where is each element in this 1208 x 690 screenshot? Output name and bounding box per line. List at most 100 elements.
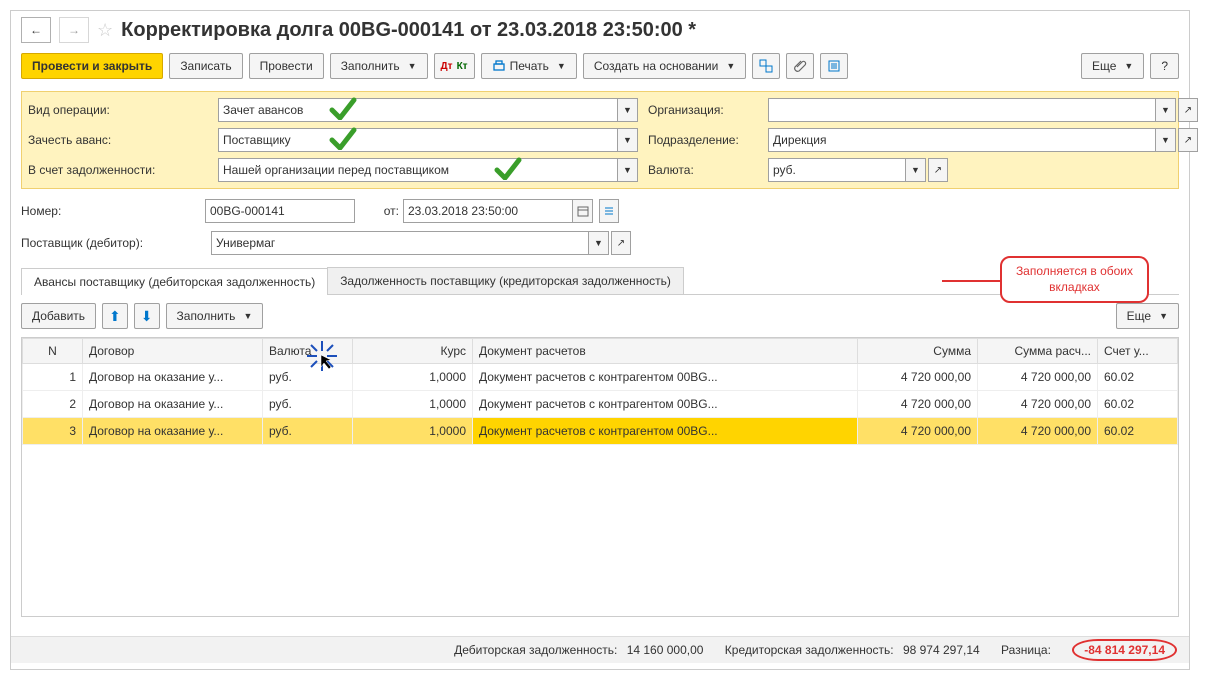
dtk-icon[interactable]: ДтКт: [434, 53, 475, 79]
footer: Дебиторская задолженность: 14 160 000,00…: [11, 636, 1189, 663]
col-summa[interactable]: Сумма: [858, 339, 978, 364]
col-schet[interactable]: Счет у...: [1098, 339, 1178, 364]
tab-avansy[interactable]: Авансы поставщику (дебиторская задолженн…: [21, 268, 328, 295]
cell-summa-rasch: 4 720 000,00: [978, 364, 1098, 391]
col-valyuta[interactable]: Валюта: [263, 339, 353, 364]
raznica-value: -84 814 297,14: [1072, 639, 1177, 661]
col-dogovor[interactable]: Договор: [83, 339, 263, 364]
zachest-label: Зачесть аванс:: [28, 133, 208, 147]
dropdown-icon[interactable]: ▼: [1156, 128, 1176, 152]
nomer-input[interactable]: 00BG-000141: [205, 199, 355, 223]
dropdown-icon[interactable]: ▼: [618, 128, 638, 152]
cell-valyuta: руб.: [263, 391, 353, 418]
cell-schet: 60.02: [1098, 418, 1178, 445]
attach-icon-button[interactable]: [786, 53, 814, 79]
open-icon[interactable]: ↗: [1178, 128, 1198, 152]
annotation-callout: Заполняется в обоих вкладках: [1000, 256, 1149, 303]
move-up-button[interactable]: ⬆: [102, 303, 128, 329]
valyuta-field[interactable]: руб. ▼ ↗: [768, 158, 948, 182]
postavschik-input[interactable]: Универмаг: [211, 231, 589, 255]
podrazd-label: Подразделение:: [648, 133, 758, 147]
check-icon: [493, 156, 523, 180]
cell-schet: 60.02: [1098, 364, 1178, 391]
dobavit-button[interactable]: Добавить: [21, 303, 96, 329]
move-down-button[interactable]: ⬇: [134, 303, 160, 329]
cell-dokument: Документ расчетов с контрагентом 00BG...: [473, 391, 858, 418]
vschet-field[interactable]: Нашей организации перед поставщиком ▼: [218, 158, 638, 182]
table-esche-button[interactable]: Еще▼: [1116, 303, 1179, 329]
vid-operacii-label: Вид операции:: [28, 103, 208, 117]
cell-dokument: Документ расчетов с контрагентом 00BG...: [473, 418, 858, 445]
cell-summa-rasch: 4 720 000,00: [978, 391, 1098, 418]
cell-summa: 4 720 000,00: [858, 364, 978, 391]
ot-label: от:: [359, 204, 399, 218]
list-icon-button[interactable]: [820, 53, 848, 79]
raznica-label: Разница:: [1001, 643, 1051, 657]
check-icon: [328, 126, 358, 150]
date-input[interactable]: 23.03.2018 23:50:00: [403, 199, 573, 223]
zapolnit-button[interactable]: Заполнить▼: [330, 53, 428, 79]
back-button[interactable]: ←: [21, 17, 51, 43]
cell-summa: 4 720 000,00: [858, 391, 978, 418]
calendar-icon[interactable]: [573, 199, 593, 223]
cell-n: 1: [23, 364, 83, 391]
valyuta-label: Валюта:: [648, 163, 758, 177]
cell-valyuta: руб.: [263, 418, 353, 445]
col-summa-rasch[interactable]: Сумма расч...: [978, 339, 1098, 364]
dropdown-icon[interactable]: ▼: [618, 158, 638, 182]
provesti-button[interactable]: Провести: [249, 53, 324, 79]
list-icon[interactable]: [599, 199, 619, 223]
cell-dogovor: Договор на оказание у...: [83, 418, 263, 445]
org-label: Организация:: [648, 103, 758, 117]
dropdown-icon[interactable]: ▼: [589, 231, 609, 255]
col-n[interactable]: N: [23, 339, 83, 364]
vschet-label: В счет задолженности:: [28, 163, 208, 177]
pechat-button[interactable]: Печать▼: [481, 53, 577, 79]
zapisat-button[interactable]: Записать: [169, 53, 242, 79]
col-dokument[interactable]: Документ расчетов: [473, 339, 858, 364]
dropdown-icon[interactable]: ▼: [906, 158, 926, 182]
link-icon-button[interactable]: [752, 53, 780, 79]
esche-button[interactable]: Еще▼: [1081, 53, 1144, 79]
debit-value: 14 160 000,00: [627, 643, 704, 657]
podrazd-field[interactable]: Дирекция ▼ ↗: [768, 128, 1198, 152]
cell-schet: 60.02: [1098, 391, 1178, 418]
cell-dokument: Документ расчетов с контрагентом 00BG...: [473, 364, 858, 391]
favorite-icon[interactable]: ☆: [97, 20, 113, 41]
cell-kurs: 1,0000: [353, 364, 473, 391]
org-field[interactable]: ▼ ↗: [768, 98, 1198, 122]
cell-n: 2: [23, 391, 83, 418]
cell-summa-rasch: 4 720 000,00: [978, 418, 1098, 445]
dropdown-icon[interactable]: ▼: [618, 98, 638, 122]
cell-kurs: 1,0000: [353, 391, 473, 418]
main-toolbar: Провести и закрыть Записать Провести Зап…: [11, 53, 1189, 91]
vid-operacii-field[interactable]: Зачет авансов ▼: [218, 98, 638, 122]
form-area: Вид операции: Зачет авансов ▼ Организаци…: [11, 91, 1189, 617]
titlebar: ← → ☆ Корректировка долга 00BG-000141 от…: [11, 11, 1189, 53]
cell-summa: 4 720 000,00: [858, 418, 978, 445]
sozdat-button[interactable]: Создать на основании▼: [583, 53, 746, 79]
table-zapolnit-button[interactable]: Заполнить▼: [166, 303, 264, 329]
open-icon[interactable]: ↗: [611, 231, 631, 255]
table-row[interactable]: 2Договор на оказание у...руб.1,0000Докум…: [23, 391, 1178, 418]
provesti-zakryt-button[interactable]: Провести и закрыть: [21, 53, 163, 79]
help-button[interactable]: ?: [1150, 53, 1179, 79]
col-kurs[interactable]: Курс: [353, 339, 473, 364]
dropdown-icon[interactable]: ▼: [1156, 98, 1176, 122]
cell-n: 3: [23, 418, 83, 445]
table-row[interactable]: 1Договор на оказание у...руб.1,0000Докум…: [23, 364, 1178, 391]
zachest-field[interactable]: Поставщику ▼: [218, 128, 638, 152]
window: ← → ☆ Корректировка долга 00BG-000141 от…: [10, 10, 1190, 670]
nomer-label: Номер:: [21, 204, 201, 218]
tab-zadolzhennost[interactable]: Задолженность поставщику (кредиторская з…: [327, 267, 684, 294]
forward-button[interactable]: →: [59, 17, 89, 43]
supplier-row: Поставщик (дебитор): Универмаг ▼ ↗: [21, 231, 1179, 255]
kredit-value: 98 974 297,14: [903, 643, 980, 657]
open-icon[interactable]: ↗: [928, 158, 948, 182]
print-icon: [492, 59, 506, 73]
debit-label: Дебиторская задолженность:: [454, 643, 617, 657]
cell-valyuta: руб.: [263, 364, 353, 391]
open-icon[interactable]: ↗: [1178, 98, 1198, 122]
table-row[interactable]: 3Договор на оказание у...руб.1,0000Докум…: [23, 418, 1178, 445]
table[interactable]: N Договор Валюта Курс Документ расчетов …: [21, 337, 1179, 617]
